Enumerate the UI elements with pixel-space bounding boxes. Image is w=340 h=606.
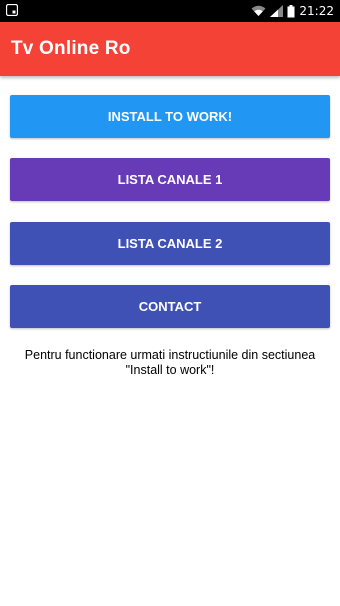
instruction-text: Pentru functionare urmati instructiunile… (24, 348, 316, 377)
notification-icon (6, 4, 18, 16)
app-title: Tv Online Ro (11, 38, 131, 59)
status-bar: 21:22 (0, 0, 340, 22)
lista-canale-2-button[interactable]: LISTA CANALE 2 (10, 222, 330, 265)
install-to-work-button[interactable]: INSTALL TO WORK! (10, 95, 330, 138)
contact-button[interactable]: CONTACT (10, 285, 330, 328)
app-bar: Tv Online Ro (0, 22, 340, 76)
battery-icon (287, 4, 295, 17)
status-time: 21:22 (299, 4, 334, 18)
signal-icon (270, 5, 284, 17)
wifi-icon (251, 5, 266, 16)
lista-canale-1-button[interactable]: LISTA CANALE 1 (10, 158, 330, 201)
